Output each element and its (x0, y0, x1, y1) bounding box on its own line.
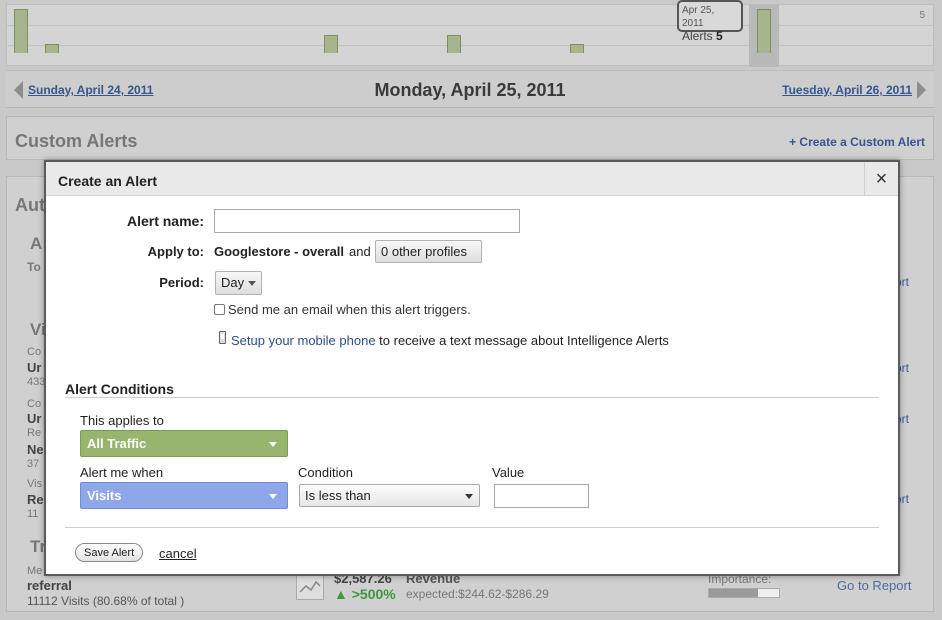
chevron-down-icon (248, 281, 257, 287)
applies-to-value: All Traffic (87, 436, 147, 451)
chart-gridline (7, 45, 933, 46)
condition-select[interactable]: Is less than (299, 484, 480, 507)
setup-mobile-phone-link[interactable]: Setup your mobile phone (231, 333, 376, 348)
custom-alerts-title: Custom Alerts (15, 131, 138, 151)
condition-value: Is less than (305, 488, 371, 503)
dialog-header: Create an Alert × (46, 162, 898, 196)
alert-metric-select[interactable]: Visits (80, 482, 288, 509)
chevron-down-icon (269, 442, 277, 447)
next-day-link[interactable]: Tuesday, April 26, 2011 (782, 83, 912, 97)
alert-row-label: Co (27, 398, 42, 410)
alert-row-label: Ur (27, 411, 42, 426)
value-input[interactable] (494, 484, 589, 508)
alert-row-label: Ur (27, 360, 42, 375)
alerts-chart: 5 (6, 4, 934, 67)
applies-to-label: This applies to (80, 413, 164, 428)
tooltip-date: Apr 25, 2011 (682, 5, 715, 29)
alert-row-label: Re (27, 492, 44, 507)
section-divider (65, 527, 879, 528)
applies-to-select[interactable]: All Traffic (80, 430, 288, 457)
create-custom-alert-link[interactable]: + Create a Custom Alert (789, 135, 925, 149)
chevron-down-icon (465, 494, 473, 499)
automatic-alerts-title: Aut (15, 195, 45, 215)
tooltip-count: Alerts 5 (682, 29, 723, 43)
apply-to-label: Apply to: (147, 244, 204, 259)
go-to-report-link[interactable]: Go to Report (837, 578, 911, 593)
alert-row-label: Co (27, 346, 42, 358)
alert-dimension: referral (27, 578, 72, 593)
mobile-phone-icon (219, 331, 226, 344)
create-alert-dialog: Create an Alert × Alert name: Apply to: … (44, 160, 900, 576)
cancel-link[interactable]: cancel (159, 546, 197, 561)
alert-expected-range: expected:$244.62-$286.29 (406, 587, 549, 601)
profile-name: Googlestore - overall (214, 244, 345, 259)
and-text: and (349, 244, 371, 259)
section-divider (65, 397, 879, 398)
alert-metric-value: Visits (87, 488, 122, 503)
dialog-title: Create an Alert (58, 173, 158, 189)
mobile-setup-text: Setup your mobile phone to receive a tex… (231, 333, 669, 348)
alert-row-label: Vis (27, 478, 43, 490)
alert-row-label: Me (27, 565, 43, 577)
chart-bar[interactable] (757, 9, 771, 53)
alert-conditions-title: Alert Conditions (65, 381, 174, 397)
email-checkbox[interactable] (214, 304, 225, 315)
chart-bar[interactable] (14, 9, 28, 53)
chevron-down-icon (269, 494, 277, 499)
alert-row-label: Ne (27, 442, 44, 457)
period-select[interactable]: Day (215, 271, 263, 295)
alert-row-label: 37 (27, 458, 40, 470)
chart-tooltip: Apr 25, 2011 Alerts 5 (677, 0, 743, 43)
importance-bar (708, 588, 780, 598)
chart-bar[interactable] (45, 44, 59, 53)
alert-name-label: Alert name: (126, 213, 204, 229)
condition-label: Condition (298, 465, 353, 480)
period-value: Day (221, 275, 245, 290)
other-profiles-button[interactable]: 0 other profiles (375, 240, 482, 263)
chart-bar[interactable] (570, 44, 584, 53)
chart-gridline (7, 25, 933, 26)
email-checkbox-label: Send me an email when this alert trigger… (228, 302, 471, 317)
alert-change: ▲ >500% (334, 586, 396, 602)
alert-group-heading: A (30, 234, 43, 253)
custom-alerts-panel: Custom Alerts + Create a Custom Alert (6, 116, 934, 160)
date-navigation: Sunday, April 24, 2011 Monday, April 25,… (6, 70, 934, 108)
alert-row-label: 11 (27, 508, 39, 520)
alert-row-label: To (27, 260, 41, 274)
sparkline-icon (296, 572, 324, 600)
chart-max-label: 5 (919, 10, 925, 21)
alert-name-input[interactable] (214, 209, 520, 233)
alert-me-when-label: Alert me when (80, 465, 164, 480)
period-label: Period: (159, 275, 204, 290)
importance-bar-fill (709, 589, 758, 597)
close-icon[interactable]: × (864, 162, 898, 196)
next-day-arrow-icon[interactable] (917, 81, 926, 99)
chart-bar[interactable] (447, 35, 461, 53)
save-alert-button[interactable]: Save Alert (75, 543, 144, 562)
alert-row-label: Re (27, 427, 42, 439)
alert-row-label: 433 (27, 376, 46, 388)
value-label: Value (492, 465, 525, 480)
alert-visits: 11112 Visits (80.68% of total ) (27, 594, 185, 608)
chart-bar[interactable] (324, 35, 338, 53)
